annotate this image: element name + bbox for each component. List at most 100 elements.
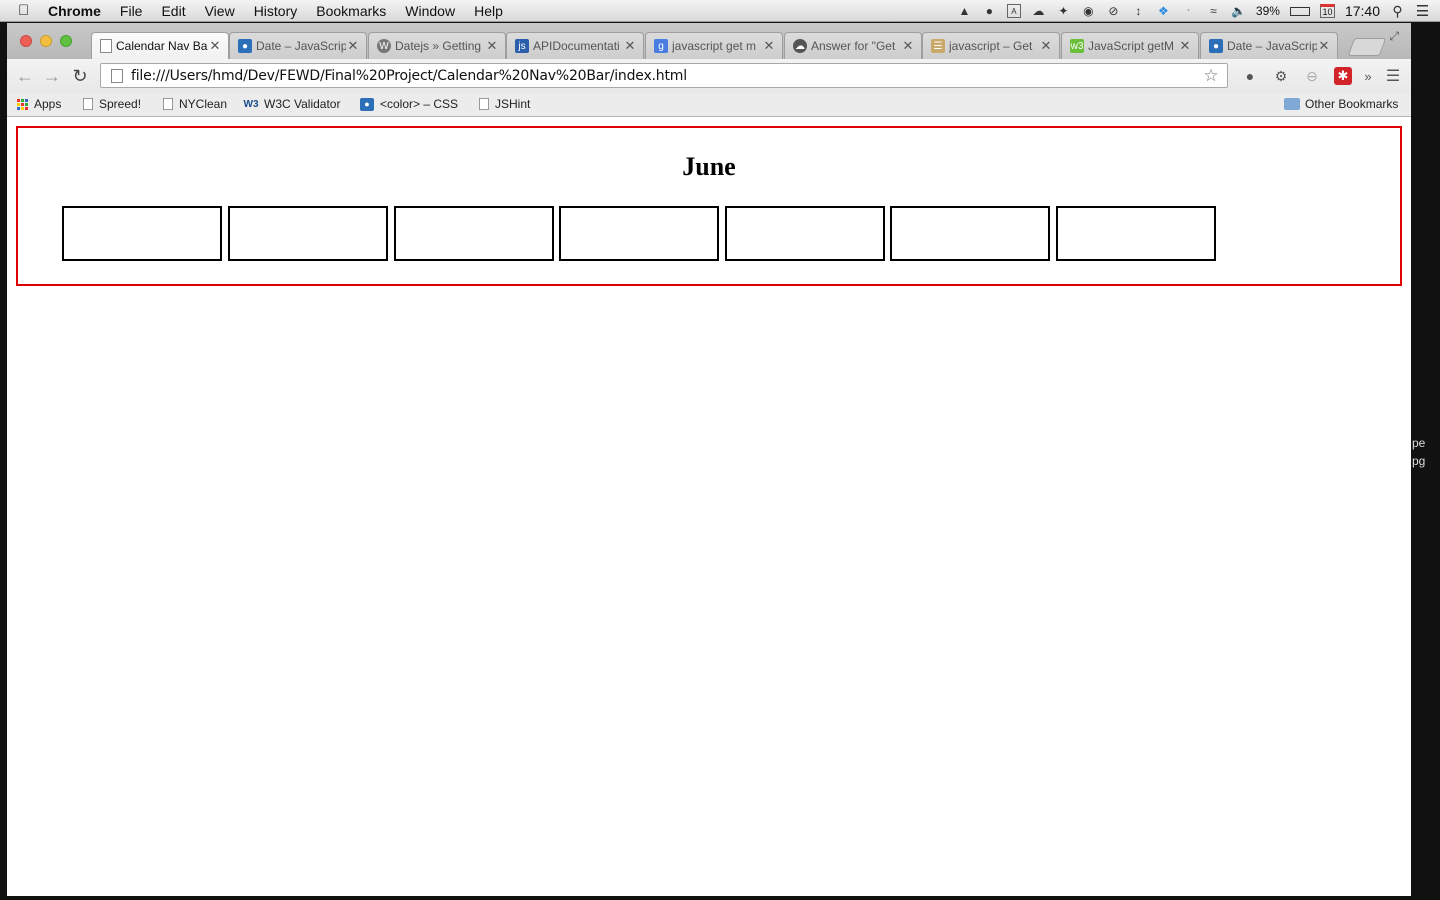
bookmark-label: Apps [34, 97, 62, 111]
close-tab-icon[interactable]: ✕ [623, 38, 637, 54]
clock[interactable]: 17:40 [1345, 3, 1380, 19]
close-tab-icon[interactable]: ✕ [901, 38, 915, 54]
close-tab-icon[interactable]: ✕ [762, 38, 776, 54]
tab-answer-for-get[interactable]: ☁ Answer for "Get ✕ [784, 32, 922, 59]
api-icon: js [515, 39, 529, 53]
menu-help[interactable]: Help [474, 3, 503, 19]
day-box[interactable] [394, 206, 554, 261]
bookmark-other-bookmarks[interactable]: Other Bookmarks [1284, 97, 1398, 111]
minimize-window-button[interactable] [40, 35, 52, 47]
menu-file[interactable]: File [120, 3, 143, 19]
bookmark-nyclean[interactable]: NYClean [163, 97, 227, 111]
bookmark-label: NYClean [179, 97, 228, 111]
desktop-file-label[interactable]: pg [1412, 454, 1425, 468]
tab-title: javascript – Get [949, 39, 1033, 53]
day-box[interactable] [725, 206, 885, 261]
battery-icon[interactable] [1289, 6, 1310, 16]
day-box[interactable] [62, 206, 222, 261]
page-icon [479, 98, 489, 110]
tab-api-documentation[interactable]: js APIDocumentati ✕ [506, 32, 644, 59]
tab-date-javascript[interactable]: ● Date – JavaScript ✕ [229, 32, 367, 59]
tab-google-search[interactable]: g javascript get m ✕ [645, 32, 783, 59]
close-tab-icon[interactable]: ✕ [1178, 38, 1192, 54]
forward-arrow-icon[interactable]: → [42, 66, 62, 86]
menu-view[interactable]: View [205, 3, 235, 19]
evernote-extension-icon[interactable]: ● [1241, 67, 1259, 85]
close-tab-icon[interactable]: ✕ [1317, 38, 1331, 54]
no-entry-icon[interactable]: ⊘ [1106, 4, 1121, 18]
spotlight-search-icon[interactable]: ⚲ [1390, 3, 1405, 19]
wifi-icon[interactable]: ≈ [1206, 4, 1221, 18]
bluetooth-icon[interactable]: ᛫ [1181, 4, 1196, 18]
close-tab-icon[interactable]: ✕ [346, 38, 360, 54]
bookmark-spreed[interactable]: Spreed! [83, 97, 141, 111]
bookmarks-bar: Apps Spreed! NYClean W3 W3C Validator ● … [7, 93, 1411, 117]
tab-title: APIDocumentati [533, 39, 620, 53]
tab-calendar-nav-bar[interactable]: Calendar Nav Ba ✕ [91, 32, 229, 59]
tab-w3schools[interactable]: w3 JavaScript getM ✕ [1061, 32, 1199, 59]
volume-icon[interactable]: 🔈 [1231, 4, 1246, 18]
menu-edit[interactable]: Edit [161, 3, 185, 19]
block-extension-icon[interactable]: ⊖ [1303, 67, 1321, 85]
address-bar[interactable]: file:///Users/hmd/Dev/FEWD/Final%20Proje… [100, 63, 1228, 88]
page-content: June [7, 117, 1411, 896]
tab-date-javascript-2[interactable]: ● Date – JavaScrip ✕ [1200, 32, 1338, 59]
text-icon[interactable]: A [1006, 4, 1021, 18]
page-icon [111, 68, 123, 83]
notification-bell-icon[interactable]: ▲ [957, 4, 972, 18]
menu-app-name[interactable]: Chrome [48, 3, 101, 19]
wrench-icon[interactable]: ⚙ [1272, 67, 1290, 85]
w3schools-icon: w3 [1070, 39, 1084, 53]
up-down-arrow-icon[interactable]: ↕ [1131, 4, 1146, 18]
tab-title: Date – JavaScrip [1227, 39, 1317, 53]
bookmark-apps[interactable]: Apps [16, 97, 61, 111]
fullscreen-icon[interactable]: ⤢ [1389, 29, 1399, 44]
back-arrow-icon[interactable]: ← [15, 66, 35, 86]
notification-center-icon[interactable]: ☰ [1415, 3, 1430, 20]
close-tab-icon[interactable]: ✕ [208, 38, 222, 54]
tab-stackoverflow[interactable]: ☰ javascript – Get ✕ [922, 32, 1060, 59]
mdn-icon: ● [1209, 39, 1223, 53]
tab-title: javascript get m [672, 39, 757, 53]
mdn-icon: ● [238, 39, 252, 53]
calendar-day: 10 [1322, 7, 1333, 17]
menu-history[interactable]: History [254, 3, 298, 19]
close-window-button[interactable] [20, 35, 32, 47]
satellite-icon[interactable]: ✦ [1056, 4, 1071, 18]
bookmark-label: Spreed! [99, 97, 142, 111]
close-tab-icon[interactable]: ✕ [485, 38, 499, 54]
cloud-icon[interactable]: ☁ [1031, 4, 1046, 18]
tab-datejs[interactable]: W Datejs » Getting ✕ [368, 32, 506, 59]
dropbox-icon[interactable]: ❖ [1156, 4, 1171, 18]
menu-window[interactable]: Window [405, 3, 455, 19]
lastpass-extension-icon[interactable]: ✱ [1334, 67, 1352, 85]
close-tab-icon[interactable]: ✕ [1039, 38, 1053, 54]
desktop-file-label[interactable]: pe [1412, 436, 1425, 450]
page-icon [100, 39, 112, 53]
zoom-window-button[interactable] [60, 35, 72, 47]
menu-bookmarks[interactable]: Bookmarks [316, 3, 386, 19]
day-box[interactable] [1056, 206, 1216, 261]
bookmark-jshint[interactable]: JSHint [479, 97, 530, 111]
calendar-nav-bar: June [16, 126, 1402, 286]
apple-menu-icon[interactable]:  [18, 2, 34, 19]
google-icon: g [654, 39, 668, 53]
bookmark-label: JSHint [495, 97, 531, 111]
address-url[interactable]: file:///Users/hmd/Dev/FEWD/Final%20Proje… [131, 68, 1201, 84]
chrome-menu-icon[interactable]: ☰ [1384, 67, 1402, 85]
extensions-overflow-icon[interactable]: » [1359, 67, 1377, 85]
mdn-icon: ● [360, 97, 374, 111]
battery-percent[interactable]: 39% [1256, 4, 1280, 18]
reload-icon[interactable]: ↻ [70, 66, 90, 86]
calendar-icon[interactable]: 10 [1319, 4, 1335, 18]
bookmark-color-css[interactable]: ● <color> – CSS [360, 97, 458, 111]
day-box[interactable] [228, 206, 388, 261]
cloud-icon: ☁ [793, 39, 807, 53]
day-box[interactable] [890, 206, 1050, 261]
day-box[interactable] [559, 206, 719, 261]
bookmark-w3c-validator[interactable]: W3 W3C Validator [244, 97, 341, 111]
evernote-icon[interactable]: ● [982, 4, 997, 18]
hat-icon[interactable]: ◉ [1081, 4, 1096, 18]
bookmark-star-icon[interactable]: ☆ [1201, 66, 1221, 86]
new-tab-button[interactable] [1347, 38, 1387, 56]
